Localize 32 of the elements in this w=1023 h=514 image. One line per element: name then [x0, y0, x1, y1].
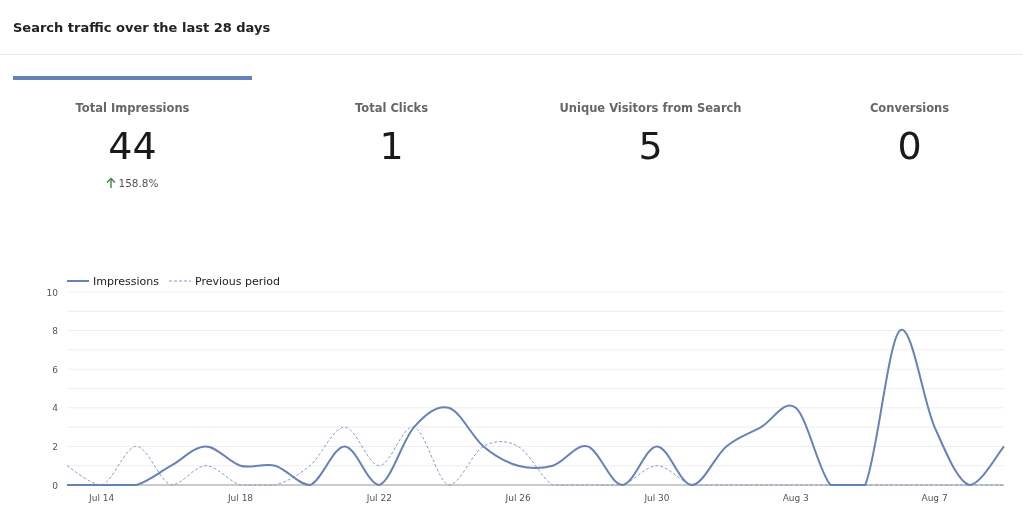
axis-tick-label: 2 — [52, 441, 58, 452]
metric-value: 1 — [379, 123, 404, 169]
axis-tick-label: 8 — [52, 326, 58, 337]
axis-tick-label: Jul 30 — [644, 493, 670, 503]
axis-tick-label: 0 — [52, 480, 58, 491]
axis-tick-label: Jul 26 — [505, 493, 531, 503]
axis-tick-label: Jul 22 — [366, 493, 392, 503]
axis-tick-label: Aug 3 — [782, 493, 809, 503]
metric-label: Total Impressions — [75, 101, 190, 115]
metric-value: 5 — [638, 123, 663, 169]
legend-item: Previous period — [168, 275, 281, 288]
axis-tick-label: 6 — [52, 364, 58, 375]
metric-tab[interactable]: Conversions 0 — [790, 76, 1023, 270]
axis-tick-label: 4 — [52, 403, 58, 414]
arrow-up-icon — [106, 177, 117, 189]
metric-label: Total Clicks — [354, 101, 429, 115]
metric-tab[interactable]: Total Impressions 44 158.8% — [13, 76, 252, 270]
axis-tick-label: Jul 18 — [227, 493, 254, 503]
metric-tab[interactable]: Total Clicks 1 — [272, 76, 511, 270]
metric-label: Conversions — [869, 101, 950, 115]
section-title: Search traffic over the last 28 days — [13, 19, 271, 35]
legend-label: Previous period — [195, 275, 281, 288]
axis-tick-label: Jul 14 — [89, 493, 115, 503]
metric-label: Unique Visitors from Search — [559, 101, 742, 115]
change-percent: 158.8% — [118, 177, 159, 189]
metric-tab[interactable]: Unique Visitors from Search 5 — [531, 76, 770, 270]
axis-tick-label: 10 — [46, 287, 58, 298]
metric-value: 44 — [108, 123, 157, 169]
axis-tick-label: Aug 7 — [921, 493, 948, 503]
legend-label: Impressions — [93, 275, 160, 288]
legend-item: Impressions — [66, 275, 159, 288]
metric-value: 0 — [897, 123, 922, 169]
